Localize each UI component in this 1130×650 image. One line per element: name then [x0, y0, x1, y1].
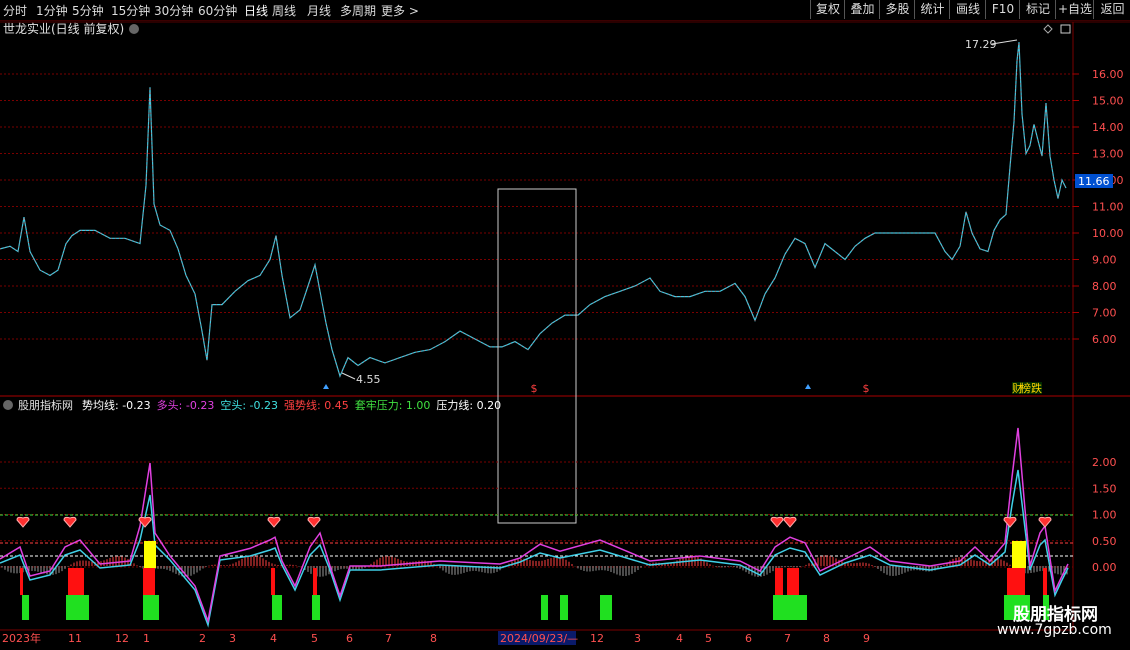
- indicator-tick-label: 0.00: [1092, 561, 1117, 574]
- indicator-tick-label: 0.50: [1092, 535, 1117, 548]
- long-line: [0, 427, 1069, 624]
- price-tick-label: 6.00: [1092, 333, 1117, 346]
- indicator-tick-label: 2.00: [1092, 456, 1117, 469]
- time-axis-label: 2024/09/23/—: [500, 632, 578, 645]
- trap-column: [541, 595, 548, 620]
- time-axis-label: 11: [68, 632, 82, 645]
- time-axis-label: 12: [115, 632, 129, 645]
- time-axis-label: 2023年: [2, 631, 41, 645]
- trap-column: [773, 595, 807, 620]
- trap-column: [22, 595, 29, 620]
- price-tick-label: 7.00: [1092, 307, 1117, 320]
- diamond-icon: [1043, 24, 1053, 34]
- chart-area: 16.00 15.00 14.00 13.00 1 2.00 11.00 10.00 9.00 8…: [0, 21, 1130, 645]
- price-line-overlay: [0, 42, 1067, 377]
- strong-column: [313, 568, 317, 595]
- trap-column: [66, 595, 89, 620]
- time-axis-label: 7: [385, 632, 392, 645]
- time-axis-label: 4: [676, 632, 683, 645]
- time-axis-label: 8: [430, 632, 437, 645]
- strong-column: [1043, 568, 1047, 595]
- heart-icon: [63, 516, 77, 528]
- low-pointer: [341, 372, 356, 380]
- heart-icon: [1038, 516, 1052, 528]
- price-tick-label: 10.00: [1092, 227, 1124, 240]
- price-tick-label: 13.00: [1092, 148, 1124, 161]
- strong-column: [20, 568, 23, 595]
- indicator-field: 压力线: 0.20: [436, 398, 501, 412]
- time-axis-label: 8: [823, 632, 830, 645]
- price-tick-label: 16.00: [1092, 68, 1124, 81]
- strong-column: [1007, 568, 1025, 595]
- trap-column: [600, 595, 612, 620]
- strong-column: [271, 568, 275, 595]
- trap-column: [560, 595, 568, 620]
- indicator-field: 空头: -0.23: [220, 398, 278, 412]
- heart-icon: [770, 516, 784, 528]
- watermark-url: www.7gpzb.com: [997, 622, 1112, 638]
- low-price-label: 4.55: [356, 373, 381, 386]
- heart-icon: [783, 516, 797, 528]
- main-chart-title: 世龙实业(日线 前复权): [3, 21, 124, 36]
- time-axis-label: 12: [590, 632, 604, 645]
- current-price-label: 11.66: [1078, 175, 1110, 188]
- alert-column: [144, 541, 156, 568]
- indicator-title: 股朋指标网: [18, 398, 73, 412]
- up-arrow-icon: [805, 384, 811, 389]
- time-axis-label: 6: [346, 632, 353, 645]
- event-marker: $: [863, 382, 870, 395]
- indicator-field: 强势线: 0.45: [284, 398, 349, 412]
- heart-icon: [1003, 516, 1017, 528]
- high-price-label: 17.29: [965, 38, 997, 51]
- selection-box: [497, 188, 577, 524]
- alert-column: [1012, 541, 1026, 568]
- indicator-dropdown-icon: [3, 400, 13, 410]
- strong-column: [787, 568, 799, 595]
- indicator-tick-label: 1.50: [1092, 482, 1117, 495]
- time-axis-label: 6: [745, 632, 752, 645]
- strong-column: [143, 568, 155, 595]
- indicator-field: 势均线: -0.23: [82, 398, 151, 412]
- indicator-field: 多头: -0.23: [157, 398, 215, 412]
- expand-icon: [1060, 24, 1071, 34]
- time-axis-label: 5: [705, 632, 712, 645]
- time-axis-label: 3: [634, 632, 641, 645]
- price-tick-label: 15.00: [1092, 95, 1124, 108]
- indicator-field: 套牢压力: 1.00: [355, 398, 431, 412]
- time-axis-label: 2: [199, 632, 206, 645]
- trap-column: [143, 595, 159, 620]
- price-tick-label: 14.00: [1092, 121, 1124, 134]
- time-axis-label: 1: [143, 632, 150, 645]
- trap-column: [272, 595, 282, 620]
- heart-icon: [267, 516, 281, 528]
- dropdown-icon: [129, 24, 139, 34]
- time-axis-label: 4: [270, 632, 277, 645]
- up-arrow-icon: [323, 384, 329, 389]
- price-tick-label: 8.00: [1092, 280, 1117, 293]
- price-tick-label: 11.00: [1092, 201, 1124, 214]
- time-axis-label: 7: [784, 632, 791, 645]
- trap-column: [312, 595, 320, 620]
- price-tick-label: 9.00: [1092, 254, 1117, 267]
- tag-label: 榜跌: [1020, 381, 1042, 395]
- watermark: 股朋指标网 www.7gpzb.com: [985, 598, 1125, 644]
- strong-column: [775, 568, 783, 595]
- time-axis-label: 3: [229, 632, 236, 645]
- indicator-tick-label: 1.00: [1092, 509, 1117, 522]
- price-line: [0, 42, 1067, 378]
- strong-column: [68, 568, 84, 595]
- time-axis-label: 9: [863, 632, 870, 645]
- heart-icon: [16, 516, 30, 528]
- heart-icon: [307, 516, 321, 528]
- time-axis-label: 5: [311, 632, 318, 645]
- event-marker: $: [531, 382, 538, 395]
